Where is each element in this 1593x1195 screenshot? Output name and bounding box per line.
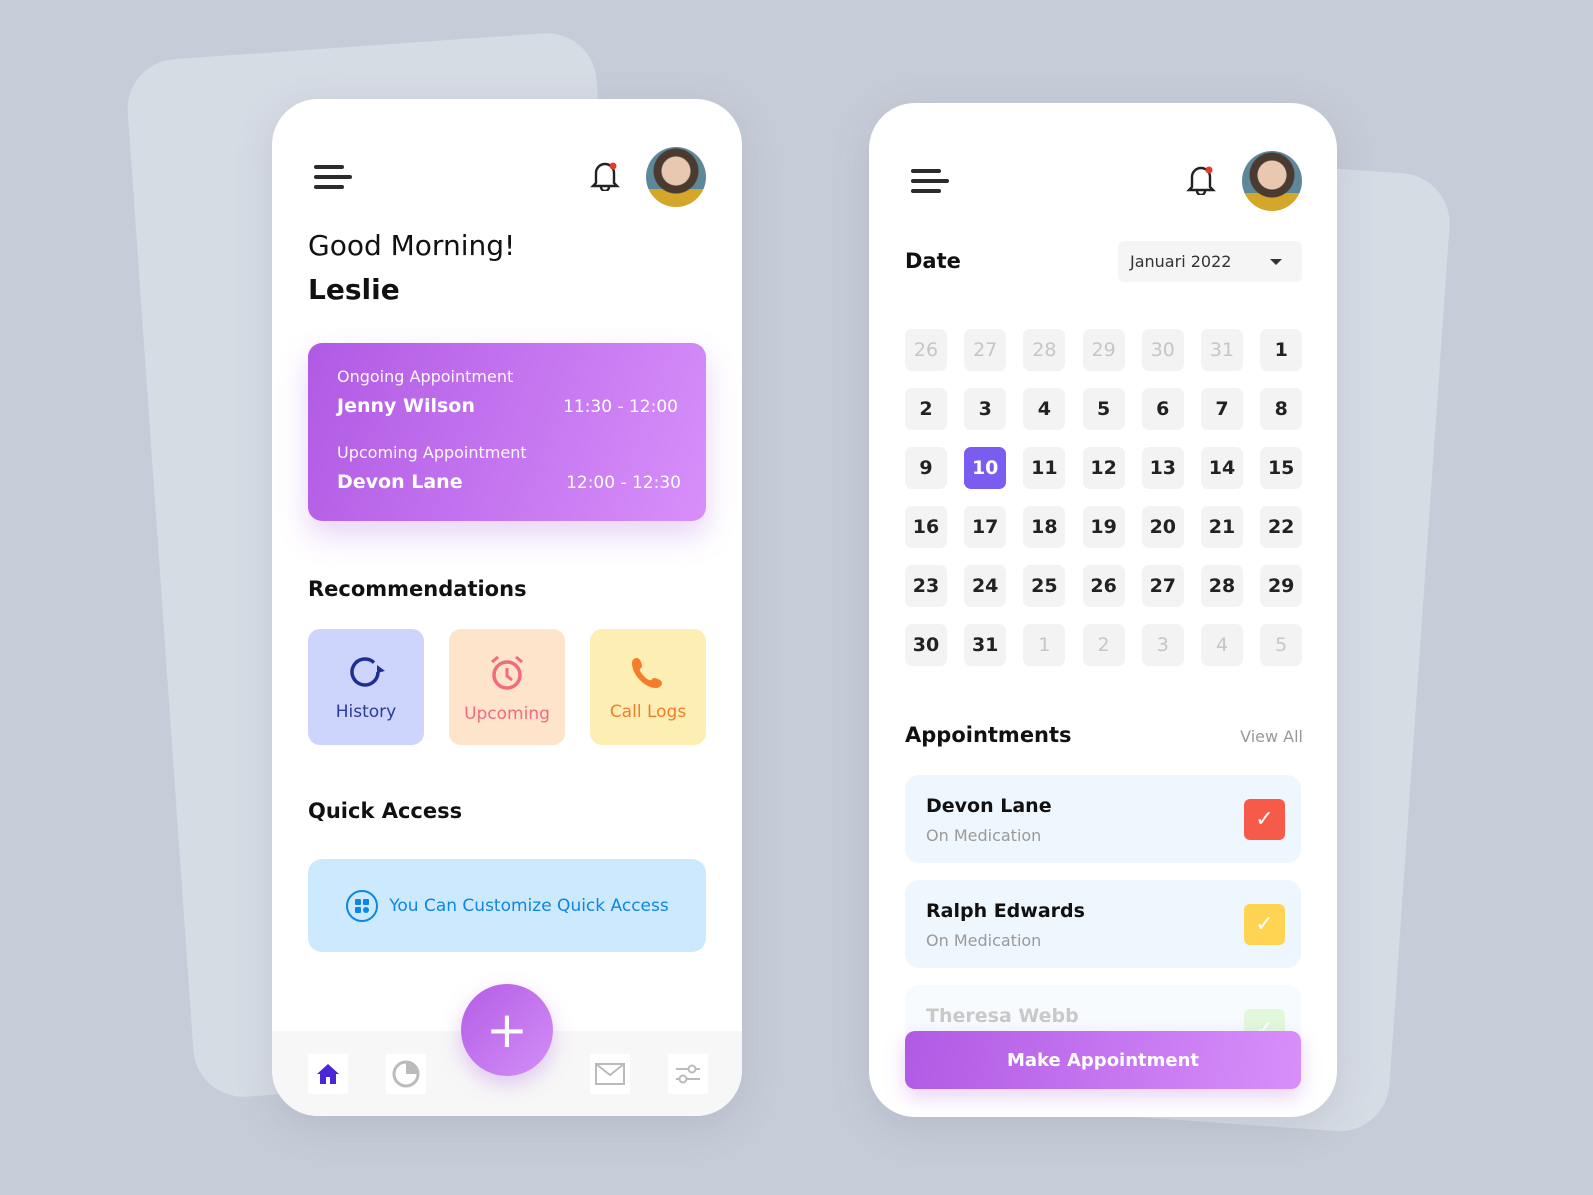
calendar-day[interactable]: 27 — [964, 329, 1007, 371]
ongoing-label: Ongoing Appointment — [337, 367, 514, 386]
menu-button[interactable] — [314, 165, 354, 195]
user-name: Leslie — [308, 273, 400, 306]
month-select-value: Januari 2022 — [1130, 252, 1232, 271]
calendar-day[interactable]: 25 — [1023, 565, 1066, 607]
calendar-day[interactable]: 22 — [1260, 506, 1303, 548]
calendar-day[interactable]: 5 — [1260, 624, 1303, 666]
calendar-day[interactable]: 30 — [905, 624, 947, 666]
calendar-day[interactable]: 18 — [1023, 506, 1066, 548]
appointment-name: Theresa Webb — [926, 1005, 1079, 1027]
calendar-screen: Date Januari 2022 26 27 28 29 30 31 1 2 3 4 5 6 7 8 9 1… — [869, 103, 1337, 1117]
bell-icon[interactable] — [590, 159, 620, 191]
calendar-day[interactable]: 29 — [1082, 329, 1125, 371]
calendar-day[interactable]: 19 — [1082, 506, 1125, 548]
check-icon[interactable]: ✓ — [1244, 799, 1285, 840]
calendar-day[interactable]: 28 — [1023, 329, 1066, 371]
quick-access-text: You Can Customize Quick Access — [389, 895, 669, 916]
mail-icon — [595, 1063, 625, 1085]
avatar[interactable] — [646, 147, 706, 207]
caret-down-icon — [1270, 258, 1282, 265]
calendar-day[interactable]: 26 — [1082, 565, 1125, 607]
appointment-item[interactable]: Devon Lane On Medication ✓ — [905, 775, 1301, 863]
view-all-link[interactable]: View All — [1240, 727, 1303, 746]
appointment-status: On Medication — [926, 826, 1042, 845]
nav-settings[interactable] — [668, 1054, 708, 1094]
calendar-day[interactable]: 5 — [1082, 388, 1125, 430]
calendar-day[interactable]: 26 — [905, 329, 947, 371]
appointment-status: On Medication — [926, 931, 1042, 950]
calendar-day[interactable]: 24 — [964, 565, 1007, 607]
upcoming-label: Upcoming Appointment — [337, 443, 527, 462]
history-label: History — [335, 702, 397, 722]
nav-messages[interactable] — [590, 1054, 630, 1094]
calendar-day[interactable]: 28 — [1201, 565, 1243, 607]
month-select[interactable]: Januari 2022 — [1118, 241, 1302, 282]
upcoming-name: Devon Lane — [337, 471, 463, 493]
upcoming-button[interactable]: Upcoming — [449, 629, 565, 745]
calendar-day[interactable]: 17 — [964, 506, 1007, 548]
calendar-day[interactable]: 31 — [1201, 329, 1243, 371]
pie-chart-icon — [392, 1060, 420, 1088]
calendar-day[interactable]: 6 — [1141, 388, 1184, 430]
upcoming-time: 12:00 - 12:30 — [566, 473, 681, 493]
home-screen: Good Morning! Leslie Ongoing Appointment… — [272, 99, 742, 1116]
calendar-day[interactable]: 13 — [1141, 447, 1184, 489]
ongoing-time: 11:30 - 12:00 — [563, 397, 678, 417]
grid-icon — [346, 889, 379, 922]
appointments-title: Appointments — [905, 723, 1072, 747]
alarm-clock-icon — [491, 655, 523, 690]
greeting: Good Morning! — [308, 229, 516, 262]
nav-home[interactable] — [308, 1054, 348, 1094]
calendar-day[interactable]: 14 — [1201, 447, 1243, 489]
appointment-item[interactable]: Ralph Edwards On Medication ✓ — [905, 880, 1301, 968]
calendar-day[interactable]: 4 — [1023, 388, 1066, 430]
phone-icon — [632, 658, 662, 688]
calendar-day[interactable]: 29 — [1260, 565, 1303, 607]
appointment-name: Devon Lane — [926, 795, 1052, 817]
calendar-day[interactable]: 4 — [1201, 624, 1243, 666]
calendar-day[interactable]: 20 — [1141, 506, 1184, 548]
calendar-day[interactable]: 3 — [1141, 624, 1184, 666]
avatar[interactable] — [1242, 151, 1302, 211]
calendar-day[interactable]: 10 — [964, 447, 1007, 489]
menu-button[interactable] — [911, 169, 951, 199]
recommendations-title: Recommendations — [308, 577, 527, 601]
ongoing-name: Jenny Wilson — [337, 395, 475, 417]
calendar-day[interactable]: 2 — [905, 388, 947, 430]
calendar-day[interactable]: 12 — [1082, 447, 1125, 489]
call-logs-button[interactable]: Call Logs — [590, 629, 706, 745]
calendar-day[interactable]: 30 — [1141, 329, 1184, 371]
calendar-day[interactable]: 31 — [964, 624, 1007, 666]
calendar-day[interactable]: 8 — [1260, 388, 1303, 430]
customize-quick-access-button[interactable]: You Can Customize Quick Access — [308, 859, 706, 952]
appointment-name: Ralph Edwards — [926, 900, 1085, 922]
sliders-icon — [676, 1064, 700, 1084]
call-logs-label: Call Logs — [609, 702, 687, 722]
calendar-day[interactable]: 2 — [1082, 624, 1125, 666]
calendar-day[interactable]: 16 — [905, 506, 947, 548]
calendar-day[interactable]: 15 — [1260, 447, 1303, 489]
calendar-day[interactable]: 7 — [1201, 388, 1243, 430]
history-button[interactable]: History — [308, 629, 424, 745]
calendar-day[interactable]: 9 — [905, 447, 947, 489]
upcoming-label: Upcoming — [464, 704, 550, 724]
bell-icon[interactable] — [1186, 163, 1216, 195]
calendar-day[interactable]: 1 — [1023, 624, 1066, 666]
calendar-day[interactable]: 11 — [1023, 447, 1066, 489]
make-appointment-button[interactable]: Make Appointment — [905, 1031, 1301, 1089]
calendar-day[interactable]: 23 — [905, 565, 947, 607]
calendar-day[interactable]: 27 — [1141, 565, 1184, 607]
quick-access-title: Quick Access — [308, 799, 463, 823]
add-button[interactable]: + — [461, 984, 553, 1076]
home-icon — [317, 1064, 339, 1084]
appointment-summary-card[interactable]: Ongoing Appointment Jenny Wilson 11:30 -… — [308, 343, 706, 521]
refresh-icon — [350, 657, 385, 687]
calendar-day[interactable]: 21 — [1201, 506, 1243, 548]
calendar-day[interactable]: 3 — [964, 388, 1007, 430]
date-title: Date — [905, 249, 961, 273]
nav-stats[interactable] — [386, 1054, 426, 1094]
check-icon[interactable]: ✓ — [1244, 904, 1285, 945]
calendar-day[interactable]: 1 — [1260, 329, 1303, 371]
